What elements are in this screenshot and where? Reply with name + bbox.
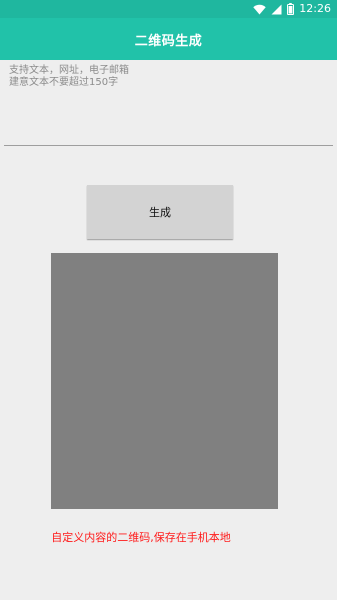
page-title: 二维码生成 [134,33,203,49]
generate-button[interactable]: 生成 [87,185,233,239]
battery-icon [287,3,295,15]
qr-code-preview [51,253,278,509]
content-input[interactable] [4,62,333,146]
status-bar: 12:26 [0,0,337,18]
wifi-icon [253,4,266,15]
app-bar: 二维码生成 [0,18,337,60]
signal-icon [271,4,282,15]
status-icons: 12:26 [253,0,331,18]
status-time: 12:26 [299,2,331,15]
footer-note: 自定义内容的二维码,保存在手机本地 [51,531,231,544]
